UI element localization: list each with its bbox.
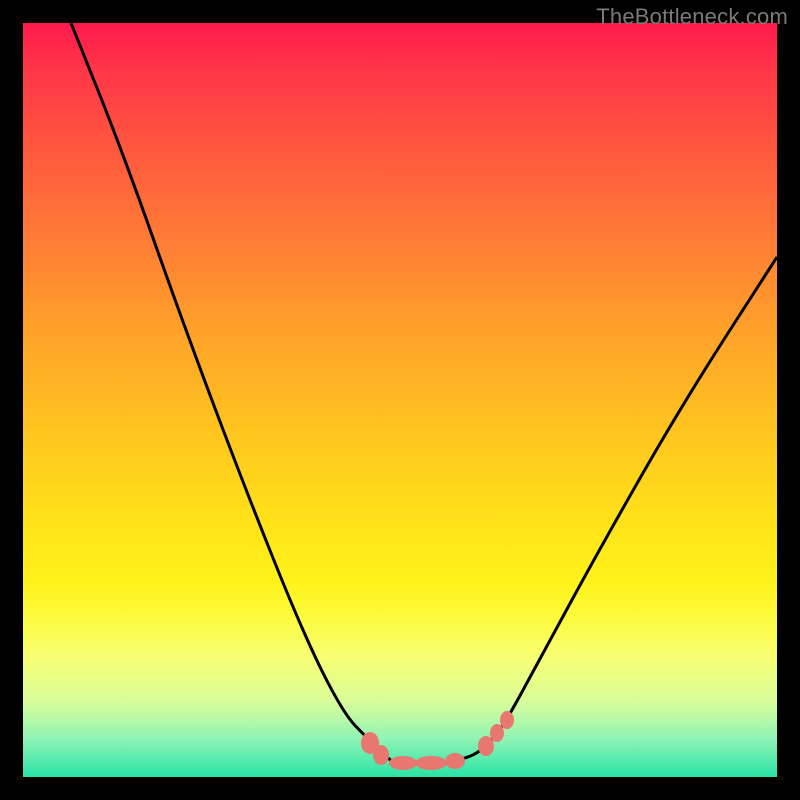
- curve-markers: [361, 711, 514, 770]
- chart-plot-area: [23, 23, 777, 777]
- marker-point-4: [445, 753, 465, 769]
- marker-point-7: [500, 711, 514, 729]
- watermark-text: TheBottleneck.com: [0, 4, 800, 30]
- curve-right-curve: [395, 257, 777, 763]
- marker-point-5: [478, 736, 494, 756]
- curve-lines: [71, 23, 777, 763]
- marker-point-3: [415, 756, 447, 770]
- curve-left-curve: [71, 23, 395, 763]
- bottleneck-curve: [23, 23, 777, 777]
- marker-point-6: [490, 724, 504, 742]
- marker-point-1: [373, 745, 389, 765]
- marker-point-2: [389, 756, 417, 770]
